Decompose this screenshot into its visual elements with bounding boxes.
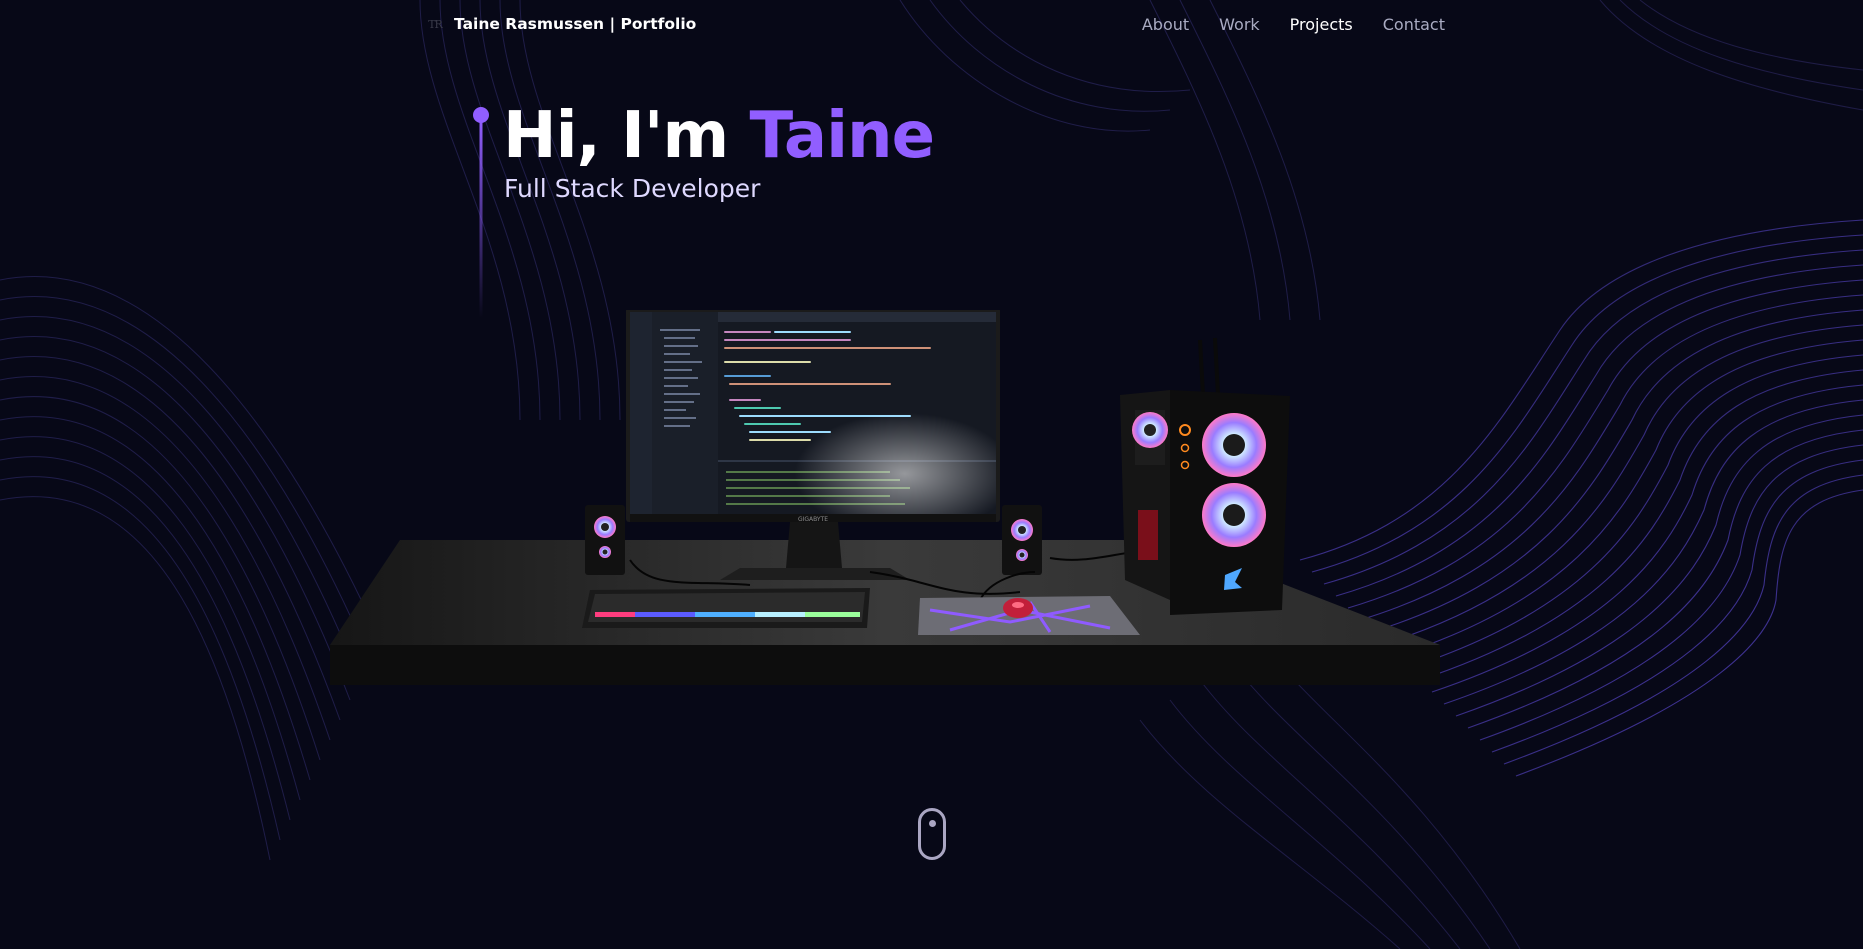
logo-link[interactable]: TR Taine Rasmussen | Portfolio bbox=[424, 13, 696, 35]
nav-links: About Work Projects Contact bbox=[1142, 15, 1445, 34]
scroll-dot bbox=[929, 820, 936, 827]
hero-accent-line bbox=[473, 107, 489, 318]
site-title: Taine Rasmussen | Portfolio bbox=[454, 15, 697, 33]
hero-title: Hi, I'm Taine bbox=[503, 96, 935, 176]
logo-mark: TR bbox=[428, 17, 443, 31]
nav-about[interactable]: About bbox=[1142, 15, 1189, 34]
nav-projects[interactable]: Projects bbox=[1290, 15, 1353, 34]
scroll-down-indicator[interactable] bbox=[918, 808, 946, 860]
monitor: GIGABYTE bbox=[626, 310, 1000, 580]
keyboard bbox=[582, 588, 870, 628]
hero-name: Taine bbox=[749, 99, 934, 173]
left-speaker bbox=[585, 505, 625, 575]
nav-work[interactable]: Work bbox=[1219, 15, 1260, 34]
hero-greeting: Hi, I'm bbox=[503, 99, 750, 173]
monitor-brand: GIGABYTE bbox=[798, 516, 828, 523]
mouse bbox=[1003, 598, 1033, 618]
desk-scene[interactable]: GIGABYTE bbox=[330, 310, 1440, 690]
navbar: TR Taine Rasmussen | Portfolio About Wor… bbox=[0, 0, 1863, 50]
hero-subtitle: Full Stack Developer bbox=[504, 174, 761, 203]
pc-tower bbox=[1120, 337, 1290, 615]
right-speaker bbox=[1002, 505, 1042, 575]
nav-contact[interactable]: Contact bbox=[1383, 15, 1445, 34]
